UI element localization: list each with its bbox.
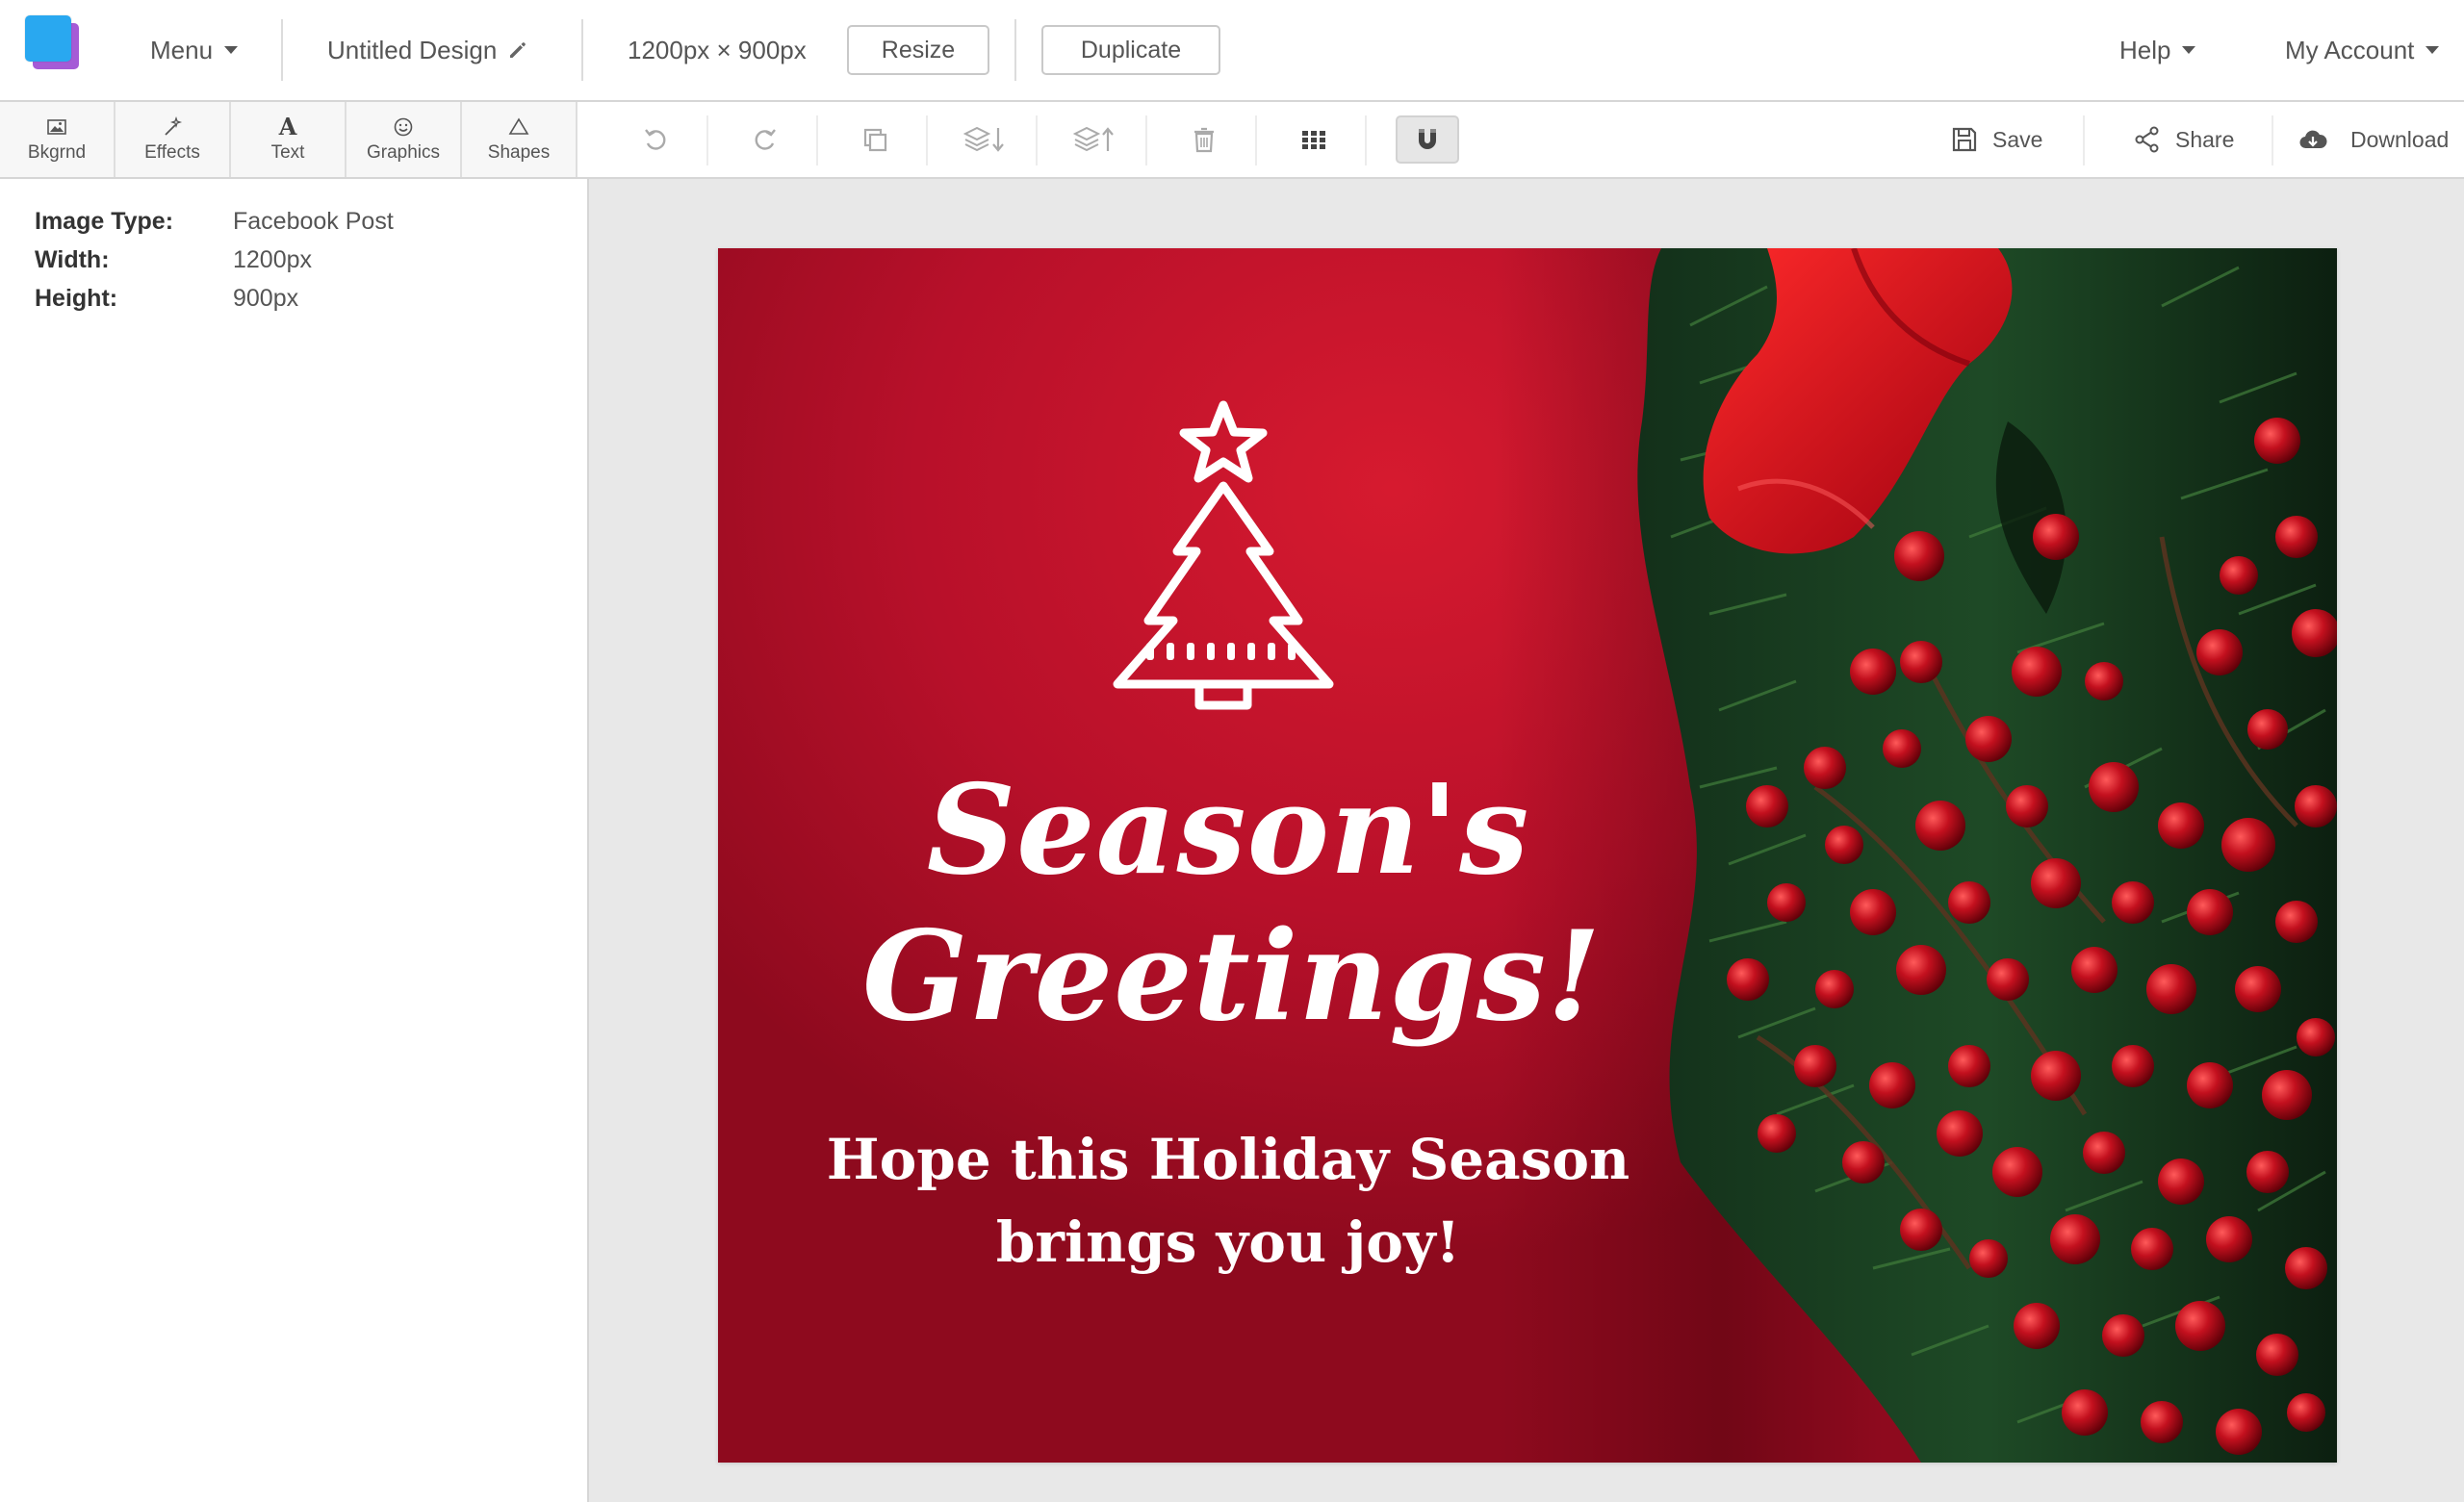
design-title-text: Untitled Design — [327, 35, 498, 64]
divider — [281, 19, 283, 81]
menu-dropdown[interactable]: Menu — [150, 0, 239, 100]
trash-icon — [1194, 127, 1214, 153]
tab-label: Bkgrnd — [27, 142, 87, 163]
redo-icon — [755, 129, 776, 150]
duplicate-button[interactable]: Duplicate — [1041, 25, 1220, 75]
headline-line-2[interactable]: Greetings! — [862, 904, 1601, 1049]
save-label: Save — [1992, 126, 2043, 152]
image-icon — [47, 119, 66, 135]
christmas-tree-icon[interactable] — [1108, 397, 1339, 715]
tab-label: Text — [270, 142, 305, 163]
headline-line-1[interactable]: Season's — [862, 758, 1594, 903]
dimensions-readout: 1200px × 900px — [628, 0, 807, 100]
tab-shapes[interactable]: Shapes — [462, 102, 578, 177]
divider — [1014, 19, 1016, 81]
property-height: Height: 900px — [35, 285, 298, 313]
magnet-icon — [1419, 129, 1436, 149]
property-value: 900px — [233, 285, 299, 312]
tab-background[interactable]: Bkgrnd — [0, 102, 116, 177]
copy-button[interactable] — [843, 115, 907, 164]
grid-button[interactable] — [1282, 115, 1346, 164]
chevron-down-icon — [224, 46, 239, 54]
help-dropdown[interactable]: Help — [2119, 0, 2196, 100]
share-label: Share — [2175, 126, 2235, 152]
property-label: Height: — [35, 285, 118, 312]
chevron-down-icon — [2426, 46, 2440, 54]
undo-button[interactable] — [624, 115, 687, 164]
divider — [581, 19, 583, 81]
property-value: Facebook Post — [233, 208, 394, 235]
download-label: Download — [2350, 126, 2450, 152]
property-image-type: Image Type: Facebook Post — [35, 208, 394, 236]
toolbar: Bkgrnd Effects A Text Graphics Shapes Sa… — [0, 102, 2464, 179]
copy-icon — [863, 128, 887, 152]
layer-up-button[interactable] — [1063, 115, 1126, 164]
layer-down-icon — [963, 126, 1004, 152]
menu-label: Menu — [150, 35, 214, 64]
divider — [1365, 115, 1367, 165]
save-button[interactable]: Save — [1950, 102, 2042, 177]
tool-tabs: Bkgrnd Effects A Text Graphics Shapes — [0, 102, 578, 177]
top-bar: Menu Untitled Design 1200px × 900px Resi… — [0, 0, 2464, 102]
logo-front-square — [25, 15, 71, 62]
redo-button[interactable] — [733, 115, 797, 164]
tab-label: Effects — [144, 142, 200, 163]
share-icon — [2135, 126, 2159, 153]
divider — [1145, 115, 1147, 165]
snap-toggle[interactable] — [1396, 115, 1459, 164]
tab-graphics[interactable]: Graphics — [346, 102, 462, 177]
property-value: 1200px — [233, 246, 313, 273]
tab-label: Shapes — [487, 142, 551, 163]
design-title[interactable]: Untitled Design — [327, 0, 529, 100]
divider — [2083, 115, 2085, 165]
divider — [2272, 115, 2273, 165]
save-icon — [1952, 127, 1977, 152]
account-dropdown[interactable]: My Account — [2285, 0, 2440, 100]
magic-wand-icon — [165, 115, 183, 136]
grid-icon — [1302, 131, 1325, 149]
dimensions-text: 1200px × 900px — [628, 35, 807, 64]
tab-label: Graphics — [366, 142, 441, 163]
properties-panel: Image Type: Facebook Post Width: 1200px He… — [0, 179, 589, 1502]
resize-button[interactable]: Resize — [847, 25, 989, 75]
undo-icon — [645, 129, 666, 150]
pencil-icon[interactable] — [506, 38, 529, 62]
layer-up-icon — [1073, 126, 1114, 152]
subline-line-1[interactable]: Hope this Holiday Season — [814, 1118, 1642, 1201]
divider — [1036, 115, 1038, 165]
subline-line-2[interactable]: brings you joy! — [814, 1201, 1642, 1284]
text-icon: A — [278, 113, 297, 140]
property-label: Width: — [35, 246, 110, 273]
triangle-icon — [508, 117, 529, 135]
chevron-down-icon — [2182, 46, 2196, 54]
layer-down-button[interactable] — [953, 115, 1016, 164]
share-button[interactable]: Share — [2133, 102, 2234, 177]
cloud-download-icon — [2299, 130, 2327, 149]
design-canvas[interactable]: Season's Greetings! Hope this Holiday Se… — [718, 248, 2337, 1463]
smiley-icon — [394, 117, 413, 137]
divider — [816, 115, 818, 165]
divider — [926, 115, 928, 165]
account-label: My Account — [2285, 35, 2415, 64]
app-logo[interactable] — [25, 15, 81, 71]
help-label: Help — [2119, 35, 2171, 64]
download-button[interactable]: Download — [2298, 102, 2449, 177]
tab-effects[interactable]: Effects — [116, 102, 231, 177]
delete-button[interactable] — [1172, 115, 1236, 164]
divider — [1255, 115, 1257, 165]
property-label: Image Type: — [35, 208, 174, 235]
divider — [706, 115, 708, 165]
tab-text[interactable]: A Text — [231, 102, 346, 177]
property-width: Width: 1200px — [35, 246, 312, 274]
